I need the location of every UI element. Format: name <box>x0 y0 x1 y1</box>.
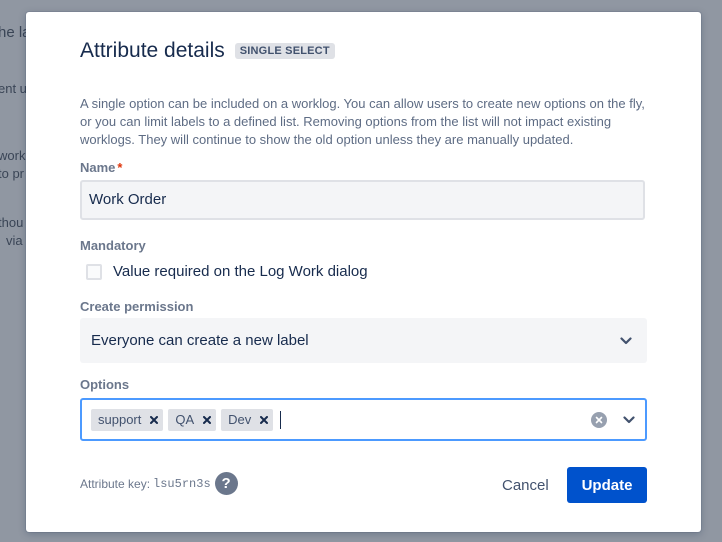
help-icon[interactable]: ? <box>214 472 238 495</box>
cancel-button[interactable]: Cancel <box>494 467 557 503</box>
mandatory-checkbox-row[interactable]: Value required on the Log Work dialog <box>86 263 368 280</box>
remove-tag-icon[interactable] <box>198 409 216 431</box>
required-marker: * <box>117 160 123 175</box>
option-tag: QA <box>168 408 217 431</box>
mandatory-checkbox[interactable] <box>86 263 102 280</box>
attribute-key-value: lsu5rn3s <box>153 476 211 491</box>
name-label-text: Name <box>80 160 116 175</box>
name-input[interactable]: Work Order <box>80 180 645 220</box>
option-tag: support <box>91 408 164 431</box>
dialog-title: Attribute details <box>80 39 225 62</box>
option-tag: Dev <box>221 408 274 431</box>
chevron-down-icon[interactable] <box>616 331 636 351</box>
dialog-description: A single option can be included on a wor… <box>80 96 645 147</box>
attribute-details-dialog: Attribute details SINGLE SELECT A single… <box>26 12 701 532</box>
chevron-down-icon[interactable] <box>619 410 639 430</box>
text-cursor[interactable] <box>280 410 282 429</box>
attribute-key-label: Attribute key: <box>80 476 151 491</box>
background-text: via <box>6 233 23 248</box>
clear-icon[interactable] <box>591 411 607 428</box>
remove-tag-icon[interactable] <box>145 409 163 431</box>
remove-tag-icon[interactable] <box>255 409 273 431</box>
options-tag-list: support QA Dev <box>91 408 591 431</box>
mandatory-label: Mandatory <box>80 238 146 253</box>
dialog-header: Attribute details SINGLE SELECT <box>80 39 335 63</box>
options-label: Options <box>80 377 130 392</box>
background-text: thou <box>0 215 24 230</box>
name-input-value: Work Order <box>89 191 167 208</box>
options-multiselect[interactable]: support QA Dev <box>80 398 647 441</box>
update-button[interactable]: Update <box>567 467 647 503</box>
mandatory-checkbox-label[interactable]: Value required on the Log Work dialog <box>113 263 368 280</box>
background-text: to pr <box>0 166 25 181</box>
attribute-key: Attribute key: lsu5rn3s ? <box>80 472 238 495</box>
type-badge: SINGLE SELECT <box>234 43 335 59</box>
name-label: Name * <box>80 160 122 175</box>
option-tag-label: QA <box>175 412 195 427</box>
create-permission-select[interactable]: Everyone can create a new label <box>80 318 647 363</box>
option-tag-label: Dev <box>228 412 252 427</box>
option-tag-label: support <box>98 412 142 427</box>
create-permission-label: Create permission <box>80 299 194 314</box>
create-permission-value: Everyone can create a new label <box>91 332 309 349</box>
background-text: ent u <box>0 81 27 96</box>
background-text: work <box>0 148 26 163</box>
